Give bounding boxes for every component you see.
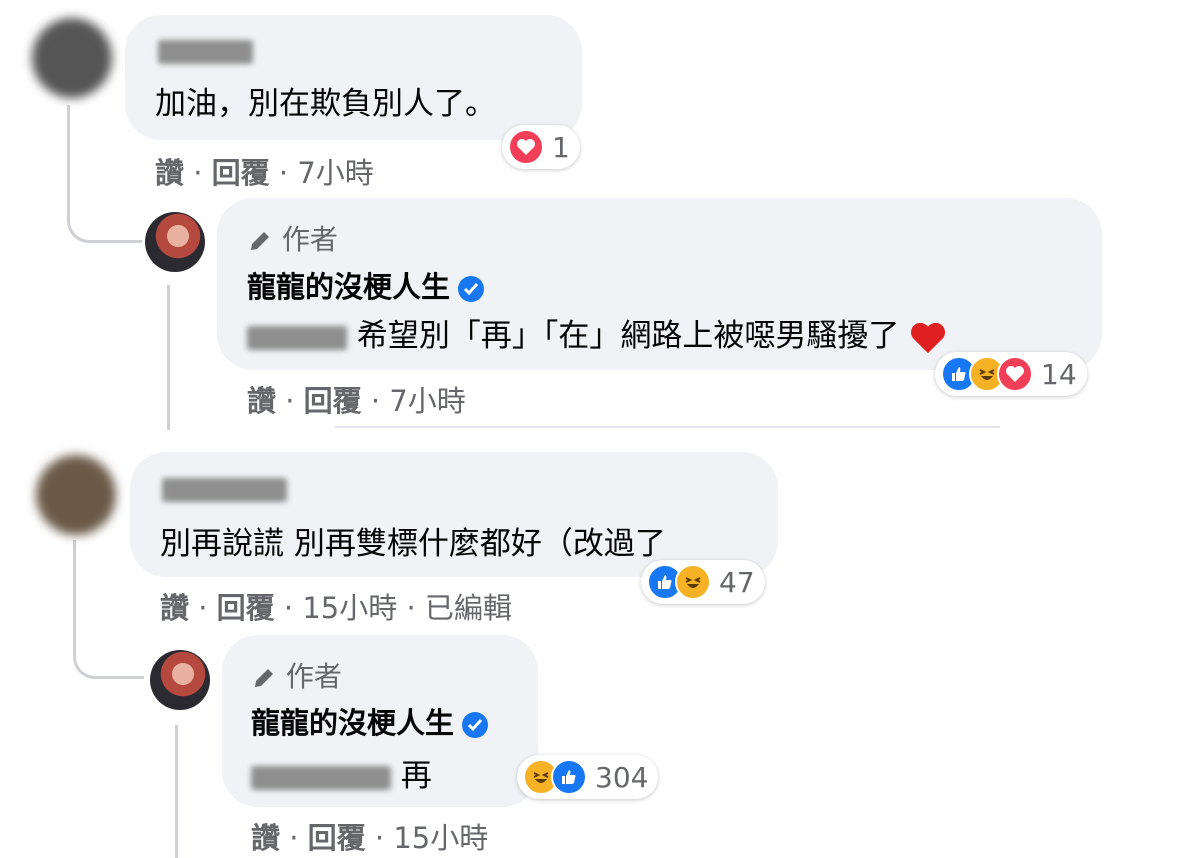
reaction-count: 1 <box>552 130 570 164</box>
like-icon <box>551 759 587 795</box>
reply-text: 希望別「再」「在」網路上被噁男騷擾了 <box>247 310 947 355</box>
timestamp[interactable]: 15小時 <box>393 821 488 855</box>
verified-badge-icon <box>458 276 485 302</box>
like-button[interactable]: 讚 <box>155 156 184 190</box>
reply-text: 再 <box>251 750 432 795</box>
reaction-summary[interactable]: 47 <box>641 560 765 604</box>
timestamp[interactable]: 7小時 <box>297 156 373 190</box>
haha-icon <box>675 564 711 600</box>
commenter-name-blurred[interactable] <box>162 478 287 502</box>
like-button[interactable]: 讚 <box>160 591 189 625</box>
like-button[interactable]: 讚 <box>251 821 280 855</box>
comment-text: 加油，別在欺負別人了。 <box>155 86 496 122</box>
reply-button[interactable]: 回覆 <box>217 591 275 625</box>
avatar[interactable] <box>36 455 116 535</box>
reply-button[interactable]: 回覆 <box>212 156 270 190</box>
timestamp[interactable]: 15小時 <box>302 591 397 625</box>
reaction-count: 14 <box>1041 357 1077 391</box>
author-badge: 作者 <box>247 218 338 258</box>
reaction-count: 304 <box>595 760 649 794</box>
mention-blurred[interactable] <box>247 325 347 350</box>
heart-emoji-icon <box>909 318 947 354</box>
reaction-summary[interactable]: 1 <box>502 125 580 169</box>
divider <box>335 426 1000 428</box>
mention-blurred[interactable] <box>251 765 391 790</box>
author-name[interactable]: 龍龍的沒梗人生 <box>251 700 489 742</box>
reaction-count: 47 <box>719 565 755 599</box>
timestamp[interactable]: 7小時 <box>389 384 465 418</box>
reply-actions: 讚 · 回覆 · 15小時 <box>251 821 489 855</box>
reaction-summary[interactable]: 304 <box>517 755 659 799</box>
author-avatar[interactable] <box>145 212 205 272</box>
reply-button[interactable]: 回覆 <box>308 821 366 855</box>
heart-icon <box>508 129 544 165</box>
edited-label[interactable]: 已編輯 <box>425 591 512 625</box>
thread-line <box>175 725 178 858</box>
pencil-icon <box>247 223 282 256</box>
reaction-summary[interactable]: 14 <box>935 352 1087 396</box>
comment-actions: 讚 · 回覆 · 15小時 · 已編輯 <box>160 591 512 625</box>
reply-button[interactable]: 回覆 <box>304 384 362 418</box>
like-button[interactable]: 讚 <box>247 384 276 418</box>
avatar[interactable] <box>32 18 112 98</box>
pencil-icon <box>251 660 286 693</box>
thread-connector <box>73 540 144 679</box>
author-name[interactable]: 龍龍的沒梗人生 <box>247 264 485 306</box>
comment-text: 別再說謊 別再雙標什麼都好（改過了 <box>160 526 666 562</box>
reply-actions: 讚 · 回覆 · 7小時 <box>247 384 466 418</box>
author-badge: 作者 <box>251 655 342 695</box>
author-avatar[interactable] <box>150 650 210 710</box>
heart-icon <box>997 356 1033 392</box>
thread-line <box>167 285 170 430</box>
thread-connector <box>67 105 142 243</box>
commenter-name-blurred[interactable] <box>158 40 253 64</box>
comment-actions: 讚 · 回覆 · 7小時 <box>155 156 374 190</box>
verified-badge-icon <box>462 712 489 738</box>
